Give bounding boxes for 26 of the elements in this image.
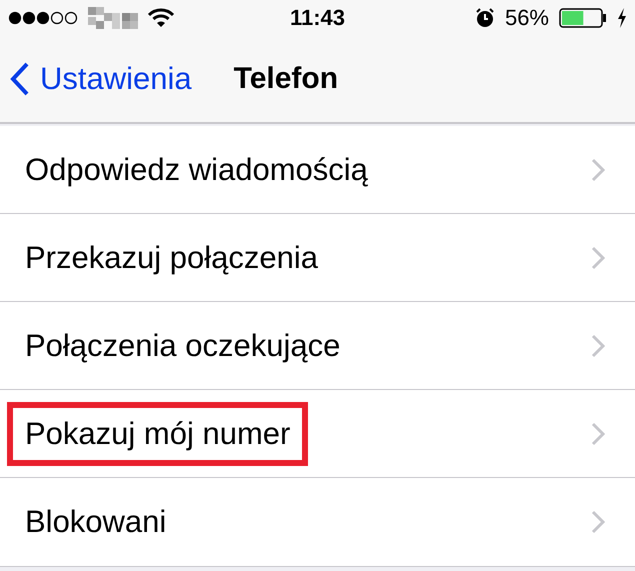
row-label: Pokazuj mój numer [7, 402, 308, 466]
page-title: Telefon [234, 62, 338, 96]
chevron-icon [591, 334, 605, 358]
battery-percent: 56% [504, 5, 549, 31]
alarm-icon [474, 8, 495, 28]
row-label: Przekazuj połączenia [25, 238, 319, 276]
settings-row[interactable]: Odpowiedz wiadomością [0, 126, 635, 214]
row-label: Odpowiedz wiadomością [25, 150, 369, 188]
chevron-icon [591, 510, 605, 534]
chevron-icon [591, 158, 605, 182]
settings-row[interactable]: Blokowani [0, 478, 635, 566]
battery-icon [559, 8, 607, 28]
back-chevron-icon [10, 62, 30, 96]
status-time: 11:43 [290, 5, 346, 31]
back-button[interactable]: Ustawienia [10, 61, 192, 97]
chevron-icon [591, 246, 605, 270]
row-label: Połączenia oczekujące [25, 326, 342, 364]
wifi-icon [148, 8, 174, 28]
signal-icon [8, 11, 78, 25]
settings-row[interactable]: Pokazuj mój numer [0, 390, 635, 478]
settings-row[interactable]: Połączenia oczekujące [0, 302, 635, 390]
settings-row[interactable]: Przekazuj połączenia [0, 214, 635, 302]
charging-bolt-icon [617, 8, 627, 28]
chevron-icon [591, 422, 605, 446]
blurred-carrier-icon [88, 7, 138, 29]
row-label: Blokowani [25, 503, 168, 541]
